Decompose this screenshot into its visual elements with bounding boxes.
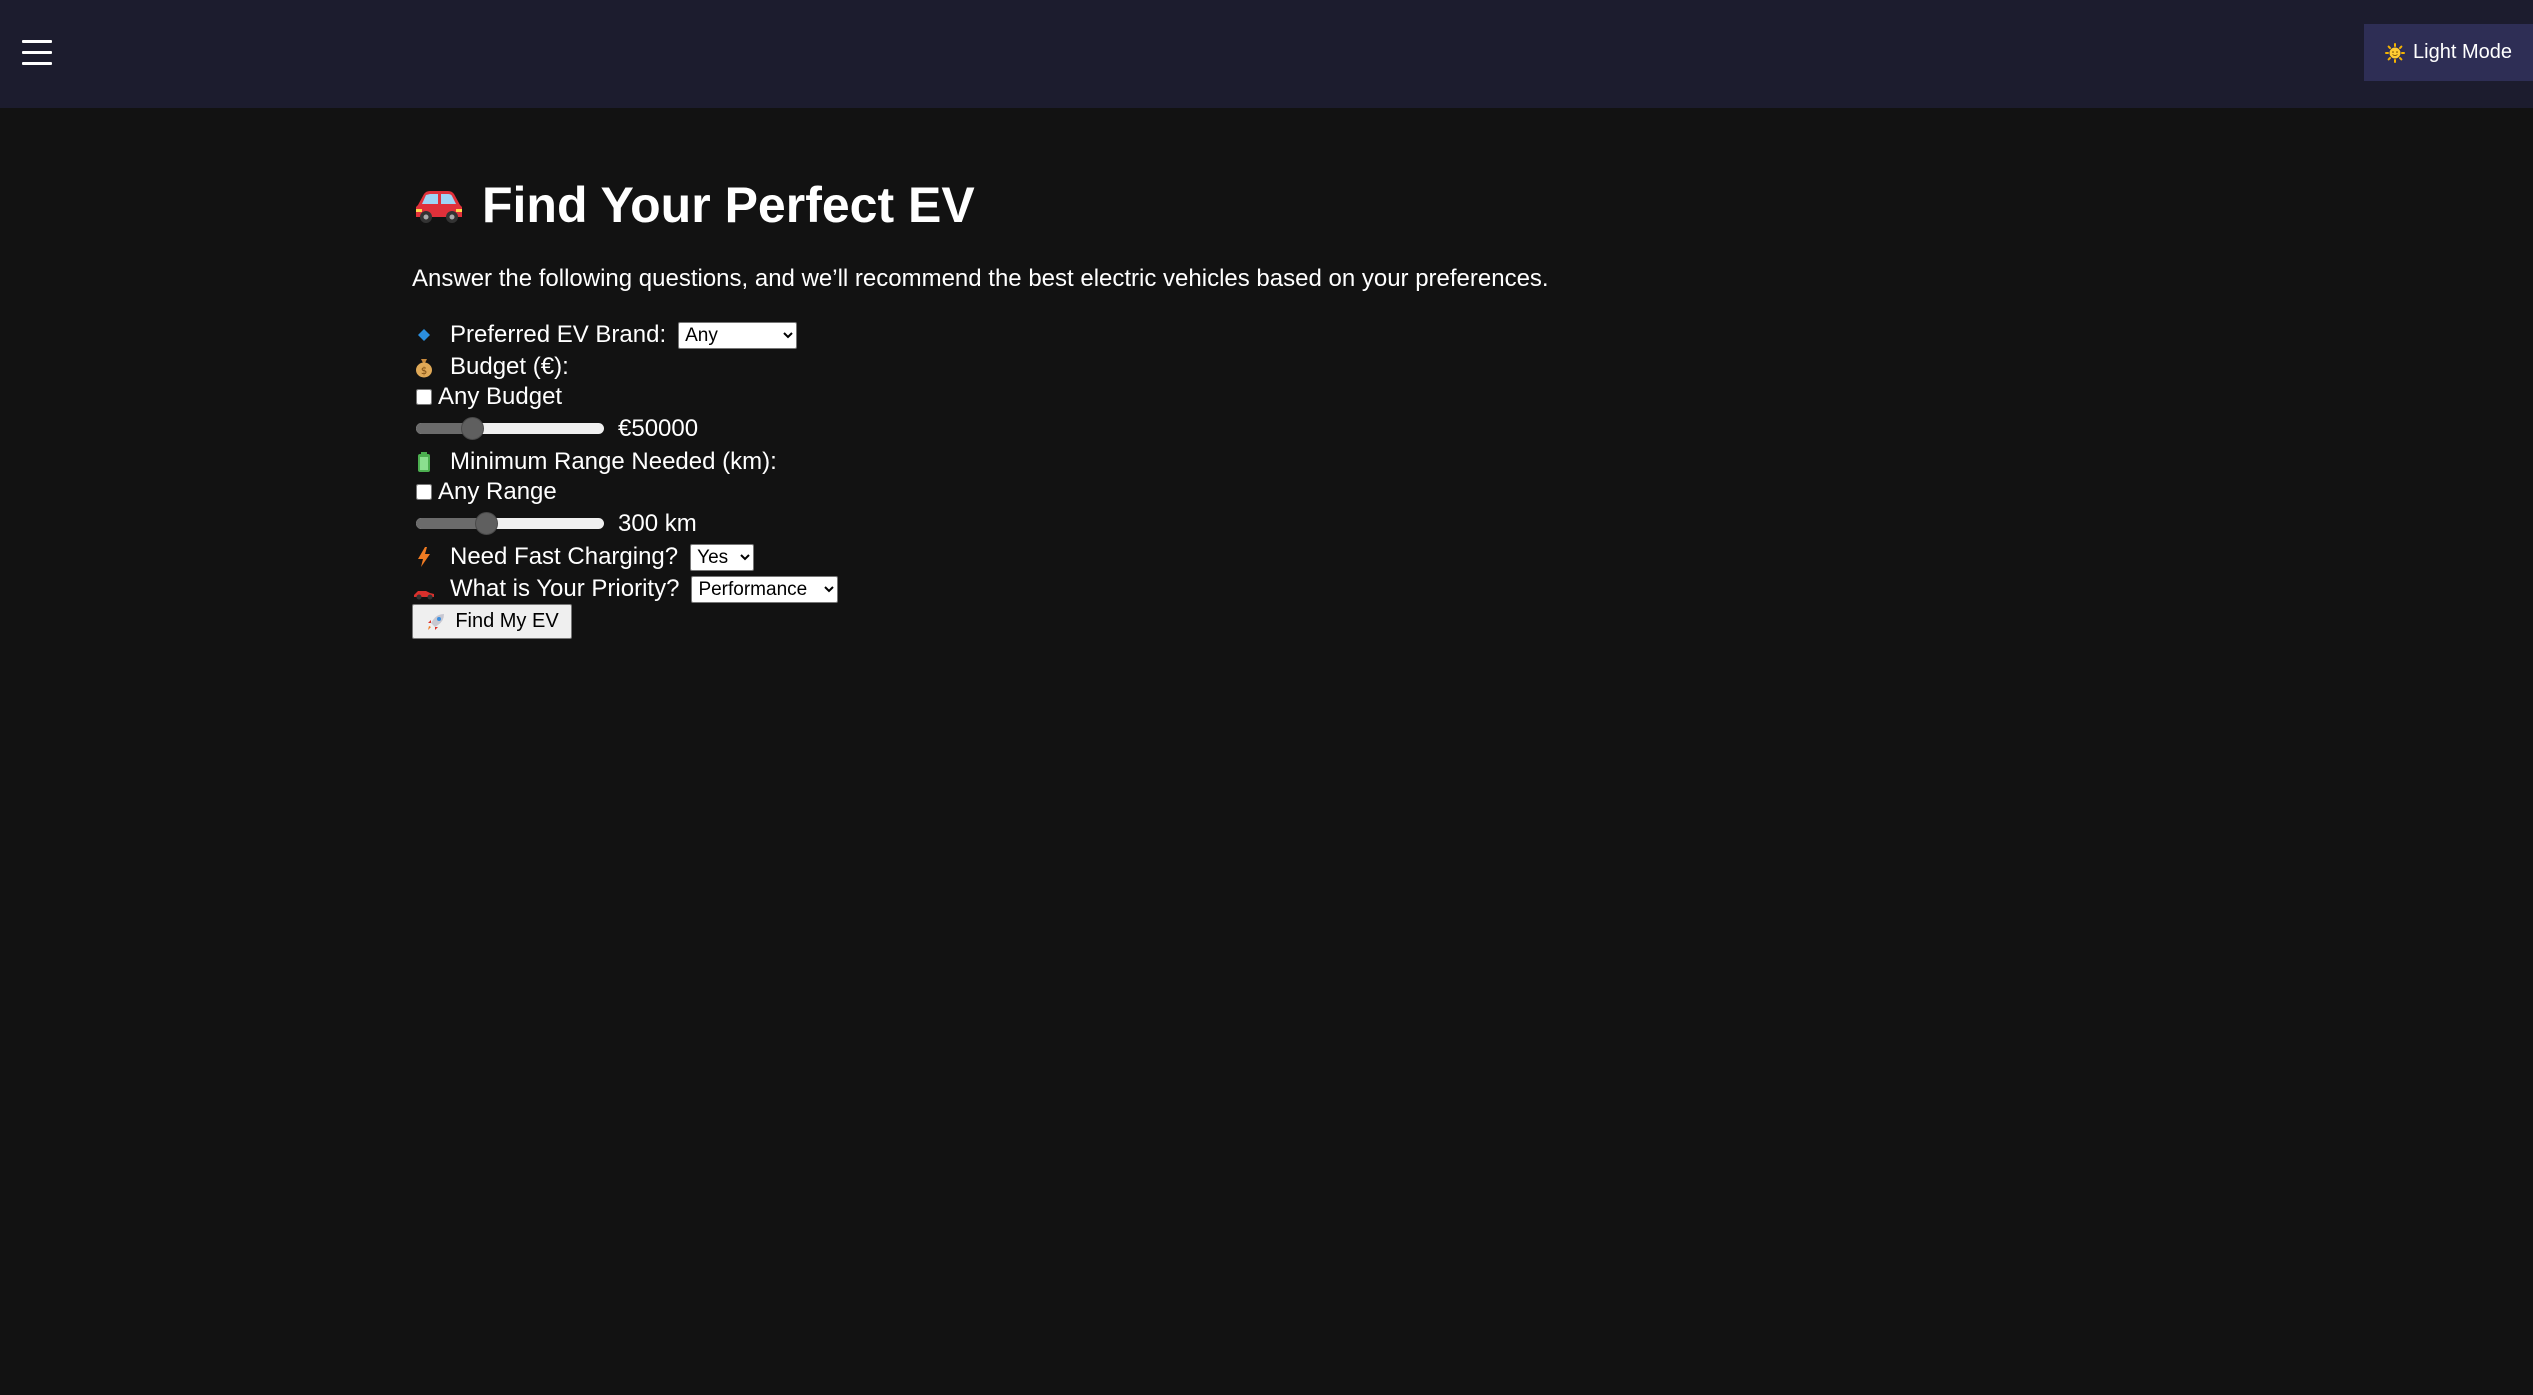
range-label: Minimum Range Needed (km):	[450, 448, 777, 475]
range-slider-row: 300 km	[412, 508, 697, 540]
range-slider[interactable]	[412, 508, 608, 540]
priority-select[interactable]: Performance	[691, 575, 839, 603]
rocket-icon	[428, 613, 445, 630]
range-slider-thumb[interactable]	[475, 512, 499, 535]
light-mode-label: Light Mode	[2413, 41, 2512, 63]
range-row: Minimum Range Needed (km):	[412, 446, 783, 478]
blue-diamond-icon	[418, 329, 430, 341]
page-header: Find Your Perfect EV	[412, 170, 975, 240]
any-budget-row: Any Budget	[412, 381, 562, 413]
race-car-icon	[414, 591, 434, 600]
budget-row: $ Budget (€):	[412, 351, 575, 383]
hamburger-menu-icon[interactable]	[22, 40, 54, 68]
any-budget-label: Any Budget	[438, 383, 563, 410]
fast-charging-row: Need Fast Charging? Yes	[412, 541, 755, 573]
svg-text:$: $	[421, 366, 427, 377]
brand-row: Preferred EV Brand: Any	[412, 319, 798, 351]
budget-slider-thumb[interactable]	[460, 417, 484, 440]
find-my-ev-button[interactable]: Find My EV	[412, 604, 572, 639]
main-content: Find Your Perfect EV Answer the followin…	[412, 170, 1549, 639]
fast-charging-select[interactable]: Yes	[690, 543, 755, 571]
lightning-icon	[418, 547, 430, 567]
money-bag-icon: $	[416, 359, 432, 378]
intro-text: Answer the following questions, and we’l…	[412, 265, 1549, 292]
budget-value: €50000	[618, 415, 699, 442]
battery-icon	[418, 452, 430, 472]
page-title: Find Your Perfect EV	[482, 177, 975, 233]
fast-charging-label: Need Fast Charging?	[450, 543, 679, 570]
range-value: 300 km	[618, 510, 697, 537]
budget-slider[interactable]	[412, 413, 608, 445]
brand-select[interactable]: Any	[678, 321, 798, 349]
light-mode-toggle-button[interactable]: Light Mode	[2364, 24, 2533, 81]
any-range-row: Any Range	[412, 476, 557, 508]
priority-row: What is Your Priority? Performance	[412, 573, 839, 605]
brand-label: Preferred EV Brand:	[450, 321, 667, 348]
any-range-checkbox[interactable]	[416, 484, 432, 500]
budget-label: Budget (€):	[450, 353, 569, 380]
sun-icon	[2385, 42, 2406, 63]
car-icon	[416, 191, 462, 223]
find-my-ev-label: Find My EV	[455, 610, 559, 632]
budget-slider-row: €50000	[412, 413, 698, 445]
top-navigation-bar: Light Mode	[0, 0, 2533, 108]
priority-label: What is Your Priority?	[450, 575, 680, 602]
any-budget-checkbox[interactable]	[416, 389, 432, 405]
any-range-label: Any Range	[438, 478, 557, 505]
